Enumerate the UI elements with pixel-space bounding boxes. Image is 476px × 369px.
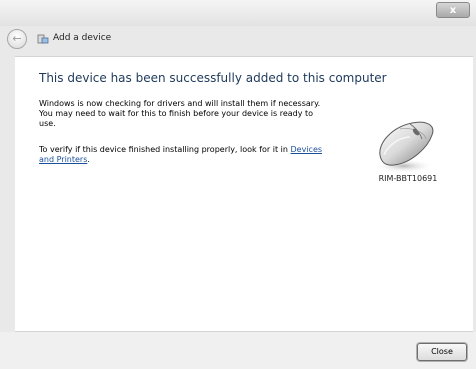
mouse-icon (374, 121, 434, 173)
title-bar: x (0, 0, 476, 26)
navigation-bar: ← Add a device (0, 26, 476, 56)
window-close-button[interactable]: x (436, 2, 470, 18)
wizard-title: Add a device (53, 33, 112, 43)
add-device-dialog: x ← Add a device This device has been su… (0, 0, 476, 369)
dialog-footer: Close (0, 332, 476, 369)
verify-paragraph: To verify if this device finished instal… (39, 145, 331, 165)
verify-text: To verify if this device finished instal… (39, 145, 291, 154)
left-margin (0, 56, 15, 332)
device-name-label: RIM-BBT10691 (378, 174, 438, 183)
verify-period: . (87, 155, 90, 164)
main-heading: This device has been successfully added … (39, 71, 387, 85)
close-button[interactable]: Close (417, 343, 467, 361)
device-wizard-icon (37, 34, 49, 44)
status-paragraph: Windows is now checking for drivers and … (39, 99, 321, 128)
content-panel: This device has been successfully added … (15, 56, 473, 332)
back-button[interactable]: ← (7, 29, 27, 49)
